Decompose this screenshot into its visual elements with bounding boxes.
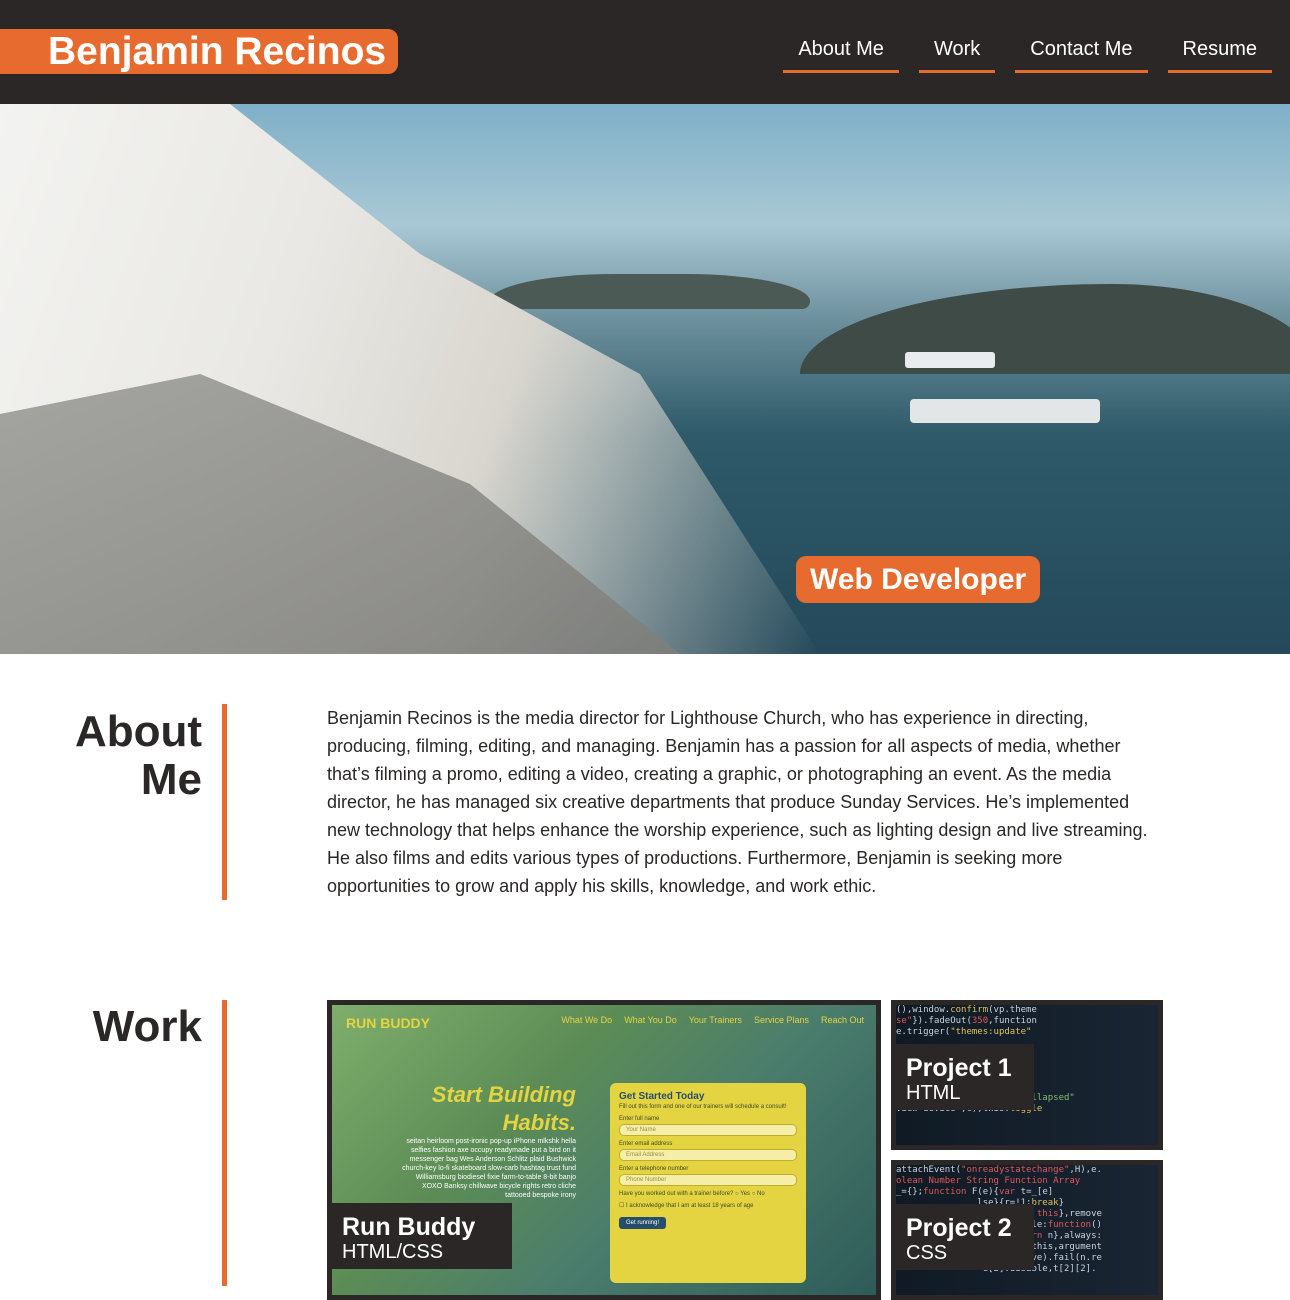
screenshot-question-text: Have you worked out with a trainer befor…	[619, 1191, 734, 1197]
screenshot-nav-item: What You Do	[624, 1015, 677, 1025]
screenshot-question: Have you worked out with a trainer befor…	[619, 1191, 765, 1197]
project-card-1[interactable]: (),window.confirm(vp.theme se"}).fadeOut…	[891, 1000, 1163, 1150]
project-1-tech: HTML	[906, 1082, 961, 1104]
screenshot-no: No	[757, 1191, 765, 1197]
featured-project-card[interactable]: RUN BUDDY What We Do What You Do Your Tr…	[327, 1000, 881, 1300]
project-card-2[interactable]: attachEvent("onreadystatechange",H),e. o…	[891, 1160, 1163, 1300]
nav-contact-me[interactable]: Contact Me	[1015, 36, 1148, 73]
screenshot-field-email: Email Address	[619, 1149, 797, 1161]
screenshot-label-phone: Enter a telephone number	[619, 1166, 689, 1172]
project-1-name: Project 1	[906, 1054, 1012, 1082]
project-2-name: Project 2	[906, 1214, 1012, 1242]
project-2-label: Project 2 CSS	[891, 1204, 1034, 1270]
about-heading-line1: About	[74, 707, 202, 756]
screenshot-field-name: Your Name	[619, 1124, 797, 1136]
nav-resume[interactable]: Resume	[1167, 36, 1272, 73]
about-heading-line2: Me	[140, 755, 202, 804]
featured-project-name: Run Buddy	[342, 1213, 476, 1241]
screenshot-body: seitan heirloom post-ironic pop-up iPhon…	[402, 1138, 576, 1199]
screenshot-label-email: Enter email address	[619, 1141, 673, 1147]
screenshot-nav: What We Do What You Do Your Trainers Ser…	[561, 1015, 864, 1025]
featured-project-tech: HTML/CSS	[342, 1241, 444, 1263]
main-nav: About Me Work Contact Me Resume	[763, 36, 1272, 73]
screenshot-yes: Yes	[740, 1191, 751, 1197]
screenshot-field-phone: Phone Number	[619, 1174, 797, 1186]
screenshot-headline-line1: Start Building	[431, 1082, 576, 1107]
about-divider	[222, 704, 227, 900]
about-heading: About Me	[75, 708, 202, 804]
nav-work[interactable]: Work	[918, 36, 996, 73]
role-badge: Web Developer	[796, 556, 1041, 603]
hero-image: Web Developer	[0, 104, 1290, 654]
work-divider	[222, 1000, 227, 1286]
screenshot-ack-text: I acknowledge that I am at least 18 year…	[626, 1203, 754, 1209]
featured-project-label: Run Buddy HTML/CSS	[327, 1203, 512, 1269]
nav-about-me[interactable]: About Me	[783, 36, 899, 73]
hero-ship	[910, 399, 1100, 423]
screenshot-form-title: Get Started Today	[619, 1091, 705, 1102]
screenshot-nav-item: Service Plans	[753, 1015, 809, 1025]
hero-island	[490, 274, 810, 309]
hero-island	[800, 284, 1290, 374]
screenshot-logo: RUN BUDDY	[346, 1015, 430, 1031]
screenshot-ack: ☐ I acknowledge that I am at least 18 ye…	[619, 1203, 754, 1209]
work-heading: Work	[92, 1002, 202, 1051]
project-1-label: Project 1 HTML	[891, 1044, 1034, 1110]
hero-ship	[905, 352, 995, 368]
screenshot-nav-item: Reach Out	[820, 1015, 864, 1025]
project-2-tech: CSS	[906, 1242, 948, 1264]
screenshot-form: Get Started Today Fill out this form and…	[610, 1083, 806, 1283]
screenshot-label-name: Enter full name	[619, 1116, 660, 1122]
screenshot-headline: Start Building Habits.	[392, 1081, 576, 1137]
screenshot-form-sub: Fill out this form and one of our traine…	[619, 1104, 787, 1110]
screenshot-button: Get running!	[619, 1217, 667, 1229]
site-header: Benjamin Recinos About Me Work Contact M…	[0, 0, 1290, 104]
screenshot-nav-item: What We Do	[561, 1015, 613, 1025]
about-text: Benjamin Recinos is the media director f…	[327, 708, 1148, 896]
screenshot-headline-line2: Habits.	[502, 1110, 576, 1135]
screenshot-nav-item: Your Trainers	[688, 1015, 742, 1025]
brand-title[interactable]: Benjamin Recinos	[0, 29, 399, 74]
